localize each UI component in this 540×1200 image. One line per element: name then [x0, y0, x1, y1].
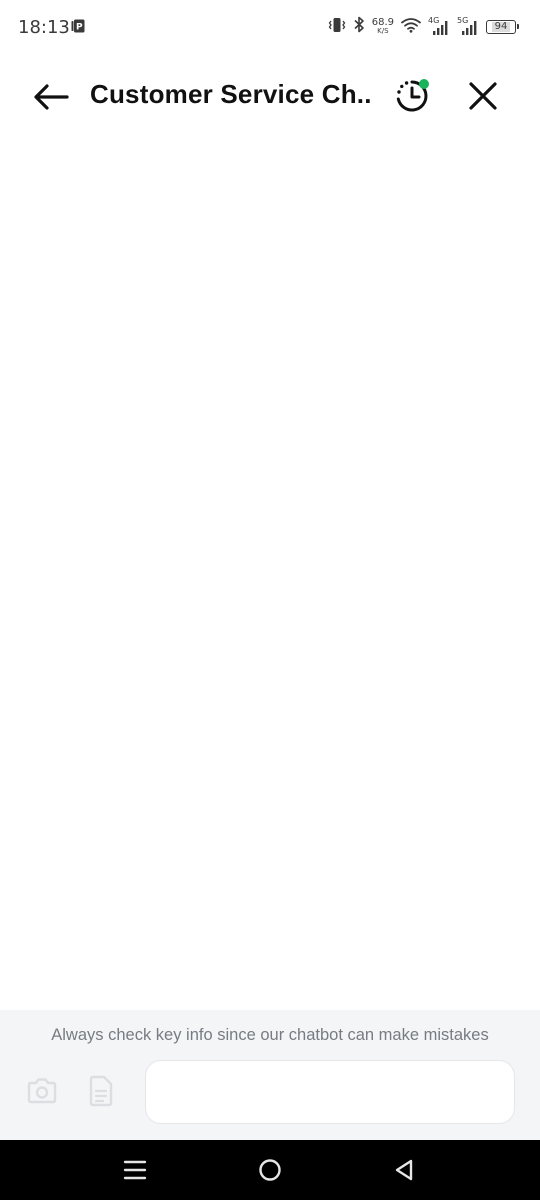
chat-composer: Always check key info since our chatbot … [0, 1010, 540, 1140]
vibrate-icon [328, 17, 346, 38]
menu-icon [123, 1160, 147, 1180]
system-back-button[interactable] [384, 1154, 424, 1186]
status-time: 18:13 [18, 17, 70, 38]
back-triangle-icon [395, 1159, 413, 1181]
message-input[interactable] [145, 1060, 515, 1124]
parking-notification-icon: P [71, 19, 85, 33]
signal-icon: 4G [428, 16, 450, 36]
battery-level: 94 [491, 22, 511, 32]
chatbot-disclaimer: Always check key info since our chatbot … [51, 1026, 489, 1044]
back-button[interactable] [30, 76, 72, 118]
close-icon [469, 82, 497, 110]
network-speed: 68.9 K/S [372, 18, 394, 36]
arrow-left-icon [34, 84, 69, 110]
battery-icon: 94 [486, 20, 519, 34]
page-title: Customer Service Ch... [90, 79, 370, 109]
history-badge [419, 79, 429, 89]
wifi-icon [401, 17, 421, 38]
home-button[interactable] [250, 1154, 290, 1186]
status-icons: 68.9 K/S 4G 5G 94 [328, 15, 519, 39]
bluetooth-icon [353, 16, 365, 38]
history-button[interactable] [390, 74, 434, 118]
history-clock-icon [396, 79, 429, 112]
network-speed-value: 68.9 [371, 17, 394, 28]
chat-messages-area [0, 138, 540, 1010]
network-speed-unit: K/S [377, 27, 389, 35]
chat-header: Customer Service Ch... [0, 54, 540, 138]
attach-file-button[interactable] [84, 1074, 118, 1108]
signal-icon: 5G [457, 16, 479, 36]
camera-icon [27, 1078, 57, 1104]
document-icon [89, 1075, 113, 1107]
home-icon [259, 1159, 281, 1181]
system-nav-bar [0, 1140, 540, 1200]
recent-apps-button[interactable] [115, 1154, 155, 1186]
close-button[interactable] [460, 74, 506, 118]
camera-button[interactable] [24, 1074, 60, 1108]
svg-text:P: P [76, 23, 83, 33]
status-bar: 18:13 P 68.9 K/S 4G 5G 94 [0, 0, 540, 54]
